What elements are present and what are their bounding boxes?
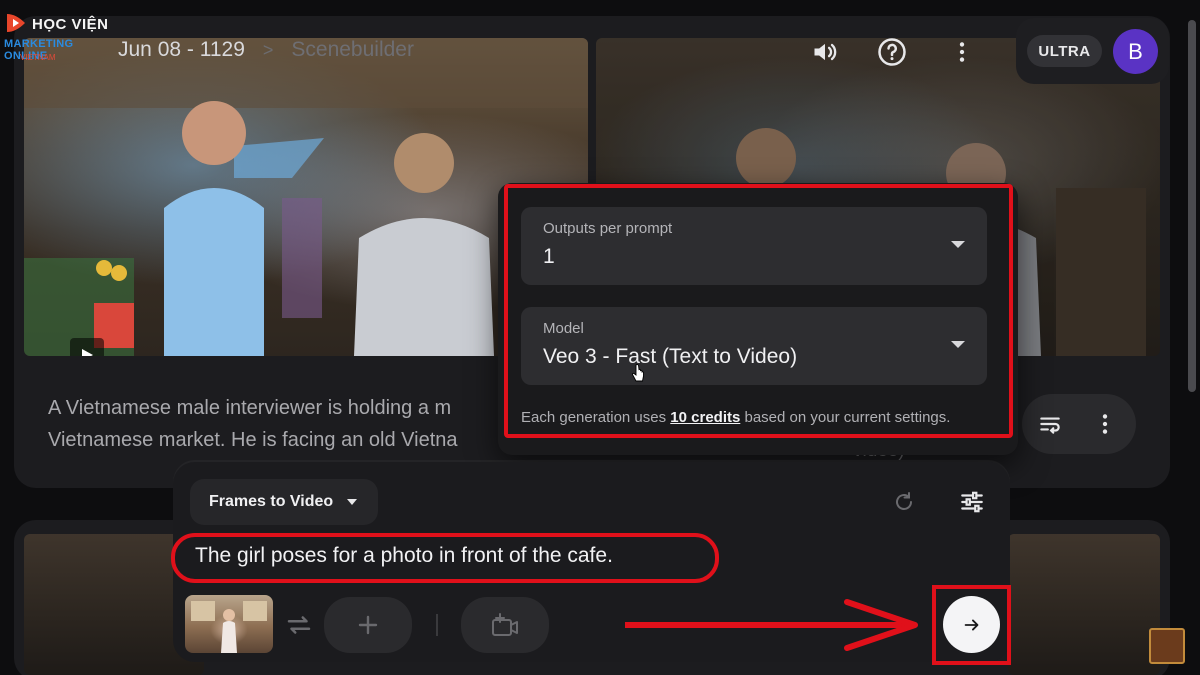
plan-badge[interactable]: ULTRA [1027,35,1102,67]
tune-icon [961,491,983,513]
add-frame-icon [492,613,518,636]
mode-dropdown[interactable]: Frames to Video [190,479,378,525]
annotation-box-send [932,585,1011,665]
help-button[interactable] [876,36,908,68]
logo-play-icon [7,14,25,32]
annotation-box-prompt [171,533,719,583]
breadcrumb-current: Scenebuilder [291,38,414,61]
breadcrumb-separator: > [262,39,274,60]
brand-logo: HỌC VIỆN MARKETING ONLINE VIETNAM [4,10,114,64]
scrollbar[interactable] [1188,20,1196,392]
hand-cursor-icon [632,364,644,382]
card-more-button[interactable] [1088,407,1122,441]
mode-label: Frames to Video [209,493,334,510]
annotation-box-settings [504,184,1013,438]
refresh-button[interactable] [887,485,921,519]
more-vert-icon [1102,414,1108,434]
breadcrumb-project[interactable]: Jun 08 - 1129 [118,38,245,62]
annotation-arrow-icon [625,599,918,651]
volume-icon [814,43,837,61]
start-frame-thumbnail[interactable] [185,595,273,653]
help-icon [878,38,906,66]
cafe-frame-illustration [191,601,267,653]
add-icon [358,615,378,635]
more-options-button[interactable] [946,36,978,68]
scene-thumbnail-4[interactable] [1008,534,1160,675]
wrap-text-icon [1040,417,1060,434]
more-vert-icon [959,42,965,62]
corner-widget[interactable] [1149,628,1185,664]
wrap-text-button[interactable] [1033,407,1067,441]
play-button[interactable] [70,338,104,356]
settings-tune-button[interactable] [955,485,989,519]
swap-icon[interactable] [284,610,314,640]
play-icon [82,349,93,356]
divider [436,614,438,636]
chevron-down-icon [347,499,358,505]
add-end-frame-button[interactable] [324,597,412,653]
avatar[interactable]: B [1113,29,1158,74]
volume-button[interactable] [809,36,841,68]
scene-description: A Vietnamese male interviewer is holding… [48,397,458,451]
add-frame-button[interactable] [461,597,549,653]
breadcrumb: Jun 08 - 1129 > Scenebuilder [118,38,414,62]
refresh-icon [896,492,912,510]
